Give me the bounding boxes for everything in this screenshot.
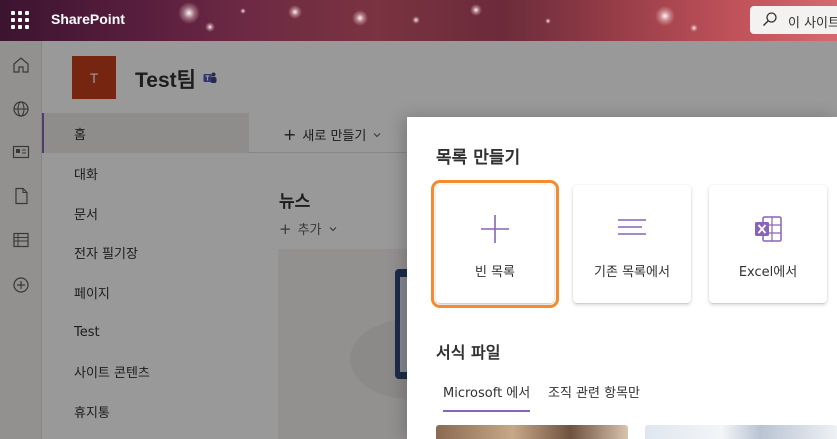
card-label: 빈 목록 xyxy=(474,265,515,280)
header-sparkle xyxy=(690,24,698,32)
header-sparkle xyxy=(655,6,675,26)
app-launcher-icon[interactable] xyxy=(11,11,29,29)
header-sparkle xyxy=(412,16,420,24)
excel-icon xyxy=(755,216,782,242)
header-sparkle xyxy=(178,2,200,24)
search-icon xyxy=(763,12,777,26)
header-sparkle xyxy=(470,4,482,16)
blank-list-card[interactable]: 빈 목록 xyxy=(431,180,559,308)
tab-microsoft[interactable]: Microsoft 에서 xyxy=(443,382,531,412)
suite-header: SharePoint 이 사이트 xyxy=(0,0,837,41)
template-thumbnail[interactable] xyxy=(645,425,837,439)
panel-title: 목록 만들기 xyxy=(436,148,521,168)
header-sparkle xyxy=(352,10,368,26)
header-sparkle xyxy=(288,5,302,19)
card-label: Excel에서 xyxy=(738,265,798,280)
search-input[interactable]: 이 사이트 xyxy=(750,6,837,34)
list-lines-icon xyxy=(618,219,646,235)
brand-name[interactable]: SharePoint xyxy=(51,11,125,27)
card-label: 기존 목록에서 xyxy=(594,265,670,280)
existing-list-card[interactable]: 기존 목록에서 xyxy=(573,185,691,303)
templates-heading: 서식 파일 xyxy=(436,343,501,362)
header-sparkle xyxy=(205,22,215,32)
header-sparkle xyxy=(545,18,551,24)
tab-organization[interactable]: 조직 관련 항목만 xyxy=(548,382,640,410)
excel-list-card[interactable]: Excel에서 xyxy=(709,185,827,303)
template-thumbnail[interactable] xyxy=(436,425,628,439)
create-list-panel: 목록 만들기 빈 목록 기존 목록에서 Excel에서 서식 파일 Micros… xyxy=(407,117,837,439)
plus-icon xyxy=(481,215,509,243)
header-sparkle xyxy=(240,8,246,14)
search-placeholder: 이 사이트 xyxy=(788,16,837,31)
